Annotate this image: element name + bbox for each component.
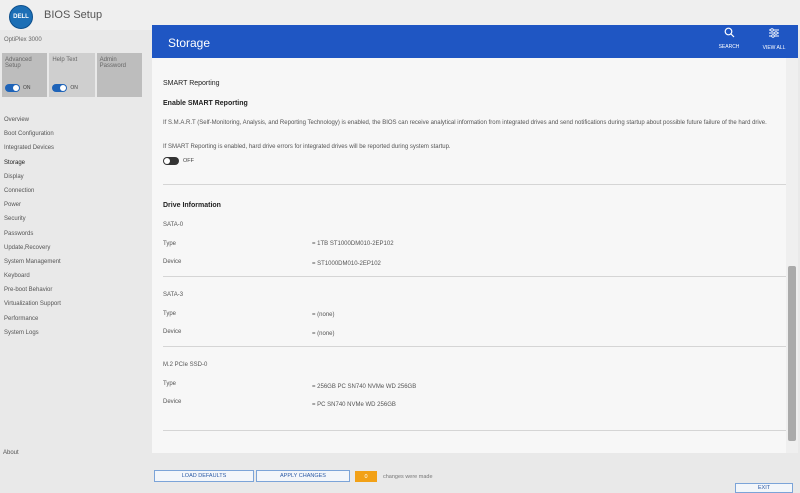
- divider: [163, 276, 791, 277]
- view-all-button[interactable]: VIEW ALL: [755, 25, 793, 58]
- device-value: = (none): [312, 331, 335, 337]
- toggle-state: OFF: [183, 158, 194, 164]
- scrollbar-thumb[interactable]: [788, 266, 796, 441]
- sidebar-item-storage[interactable]: Storage: [0, 156, 140, 170]
- sidebar-item-integrated-devices[interactable]: Integrated Devices: [0, 141, 140, 155]
- divider: [163, 184, 791, 185]
- advanced-setup-toggle[interactable]: ON: [5, 84, 31, 92]
- footer-bar: LOAD DEFAULTS APPLY CHANGES 0 changes we…: [152, 455, 798, 493]
- type-label: Type: [163, 381, 177, 387]
- quick-settings: Advanced Setup ON Help Text ON Admin Pas…: [2, 53, 142, 97]
- sidebar-item-update-recovery[interactable]: Update,Recovery: [0, 241, 140, 255]
- apply-changes-button[interactable]: APPLY CHANGES: [256, 470, 350, 482]
- type-value: = (none): [312, 312, 335, 318]
- sidebar-item-keyboard[interactable]: Keyboard: [0, 269, 140, 283]
- type-value: = 256GB PC SN740 NVMe WD 256GB: [312, 384, 417, 390]
- sidebar-item-system-logs[interactable]: System Logs: [0, 326, 140, 340]
- tile-help-text[interactable]: Help Text ON: [49, 53, 95, 97]
- content-scrollbar[interactable]: [786, 58, 798, 453]
- tile-advanced-setup[interactable]: Advanced Setup ON: [2, 53, 48, 97]
- type-label: Type: [163, 241, 177, 247]
- content-panel: SMART Reporting Enable SMART Reporting I…: [152, 58, 798, 453]
- drive-info-title: Drive Information: [163, 202, 221, 209]
- model-name: OptiPlex 3000: [4, 37, 42, 43]
- drive-name: M.2 PCIe SSD-0: [163, 362, 208, 368]
- tile-label: Help Text: [52, 57, 78, 63]
- sidebar-item-about[interactable]: About: [3, 450, 19, 456]
- view-all-icon: [755, 27, 793, 41]
- sidebar-item-display[interactable]: Display: [0, 170, 140, 184]
- change-count-badge: 0: [355, 471, 377, 482]
- tile-label: Admin Password: [99, 57, 126, 69]
- app-title: BIOS Setup: [44, 9, 103, 21]
- tile-admin-password[interactable]: Admin Password: [96, 53, 142, 97]
- smart-description: If S.M.A.R.T (Self-Monitoring, Analysis,…: [163, 120, 767, 126]
- smart-description-2: If SMART Reporting is enabled, hard driv…: [163, 144, 451, 150]
- exit-button[interactable]: EXIT: [735, 483, 793, 493]
- search-icon: [710, 27, 748, 40]
- drive-name: SATA-3: [163, 292, 184, 298]
- divider: [163, 346, 791, 347]
- device-label: Device: [163, 259, 182, 265]
- type-value: = 1TB ST1000DM010-2EP102: [312, 241, 394, 247]
- search-button[interactable]: SEARCH: [710, 25, 748, 58]
- page-header: Storage SEARCH VIEW ALL: [152, 25, 798, 58]
- load-defaults-button[interactable]: LOAD DEFAULTS: [154, 470, 254, 482]
- help-text-toggle[interactable]: ON: [52, 84, 78, 92]
- toggle-switch[interactable]: [163, 157, 179, 165]
- toggle-switch[interactable]: [52, 84, 68, 92]
- smart-reporting-toggle[interactable]: OFF: [163, 157, 194, 165]
- toggle-state: ON: [70, 85, 78, 91]
- sidebar-item-power[interactable]: Power: [0, 198, 140, 212]
- device-label: Device: [163, 399, 182, 405]
- type-label: Type: [163, 311, 177, 317]
- device-value: = PC SN740 NVMe WD 256GB: [312, 402, 396, 408]
- toggle-state: ON: [23, 85, 31, 91]
- sidebar-item-system-management[interactable]: System Management: [0, 255, 140, 269]
- dell-logo: DELL: [9, 5, 33, 29]
- search-label: SEARCH: [718, 44, 740, 50]
- sidebar-nav: Overview Boot Configuration Integrated D…: [0, 113, 140, 340]
- smart-section-title: SMART Reporting: [163, 80, 220, 87]
- sidebar-item-virtualization-support[interactable]: Virtualization Support: [0, 297, 140, 311]
- drive-name: SATA-0: [163, 222, 184, 228]
- device-value: = ST1000DM010-2EP102: [312, 261, 381, 267]
- toggle-switch[interactable]: [5, 84, 20, 92]
- page-title: Storage: [168, 36, 211, 50]
- smart-subtitle: Enable SMART Reporting: [163, 100, 248, 107]
- tile-label: Advanced Setup: [5, 57, 32, 69]
- sidebar-item-passwords[interactable]: Passwords: [0, 227, 140, 241]
- device-label: Device: [163, 329, 182, 335]
- sidebar-item-security[interactable]: Security: [0, 212, 140, 226]
- divider: [163, 430, 791, 431]
- sidebar-item-overview[interactable]: Overview: [0, 113, 140, 127]
- sidebar-item-pre-boot-behavior[interactable]: Pre-boot Behavior: [0, 283, 140, 297]
- view-all-label: VIEW ALL: [762, 45, 786, 51]
- sidebar-item-connection[interactable]: Connection: [0, 184, 140, 198]
- sidebar-item-boot-configuration[interactable]: Boot Configuration: [0, 127, 140, 141]
- sidebar-item-performance[interactable]: Performance: [0, 312, 140, 326]
- changes-status-text: changes were made: [383, 474, 433, 480]
